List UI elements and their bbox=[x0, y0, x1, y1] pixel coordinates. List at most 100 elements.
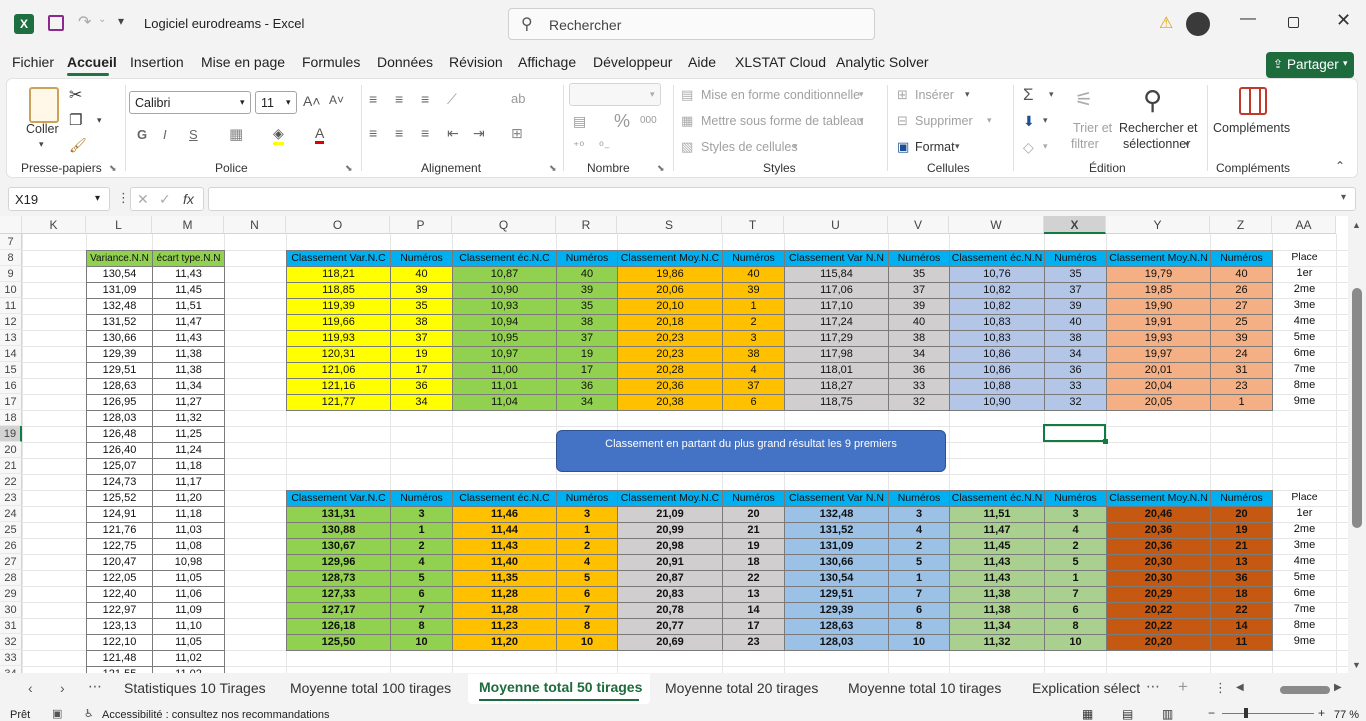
indent-increase-icon[interactable]: ⇥ bbox=[473, 125, 485, 142]
shrink-font-icon[interactable]: A˅ bbox=[329, 93, 344, 107]
column-header-S[interactable]: S bbox=[617, 216, 722, 234]
borders-icon[interactable]: ▦ bbox=[229, 125, 243, 143]
conditional-format-button[interactable]: Mise en forme conditionnelle bbox=[701, 88, 860, 102]
row-header-28[interactable]: 28 bbox=[0, 570, 22, 586]
tab-moyenne-100[interactable]: Moyenne total 100 tirages bbox=[290, 680, 451, 696]
page-break-icon[interactable]: ▥ bbox=[1162, 707, 1173, 721]
row-header-26[interactable]: 26 bbox=[0, 538, 22, 554]
column-header-Z[interactable]: Z bbox=[1210, 216, 1272, 234]
tab-moyenne-10[interactable]: Moyenne total 10 tirages bbox=[848, 680, 1001, 696]
align-bottom-icon[interactable]: ≡ bbox=[421, 91, 429, 107]
redo-dropdown-icon[interactable]: ⌄ bbox=[98, 14, 106, 25]
find-select-label-1[interactable]: Rechercher et bbox=[1119, 121, 1198, 135]
save-icon[interactable] bbox=[48, 15, 64, 31]
align-right-icon[interactable]: ≡ bbox=[421, 125, 429, 141]
cell-styles-icon[interactable]: ▧ bbox=[681, 139, 693, 155]
restore-icon[interactable] bbox=[1288, 17, 1299, 28]
row-header-19[interactable]: 19 bbox=[0, 426, 22, 442]
tab-more-icon[interactable]: ⋯ bbox=[88, 678, 102, 695]
sort-filter-icon[interactable]: ⚟ bbox=[1075, 87, 1093, 112]
zoom-slider-thumb[interactable] bbox=[1244, 708, 1248, 718]
share-button[interactable]: ⇪ Partager ▾ bbox=[1266, 52, 1354, 78]
dialog-launcher-icon[interactable]: ⬊ bbox=[109, 163, 117, 174]
row-header-30[interactable]: 30 bbox=[0, 602, 22, 618]
addins-icon[interactable] bbox=[1239, 87, 1267, 115]
column-header-W[interactable]: W bbox=[949, 216, 1044, 234]
delete-button[interactable]: Supprimer bbox=[915, 114, 973, 128]
thousands-button[interactable]: 000 bbox=[640, 115, 657, 126]
row-header-24[interactable]: 24 bbox=[0, 506, 22, 522]
merge-center-icon[interactable]: ⊞ bbox=[511, 125, 523, 142]
vertical-scrollbar[interactable]: ▲ ▼ bbox=[1348, 216, 1366, 673]
minimize-icon[interactable]: — bbox=[1240, 10, 1256, 28]
column-header-X[interactable]: X bbox=[1044, 216, 1106, 234]
accessibility-icon[interactable]: ♿ bbox=[84, 707, 94, 720]
row-header-21[interactable]: 21 bbox=[0, 458, 22, 474]
format-button[interactable]: Format bbox=[915, 140, 955, 154]
menu-accueil[interactable]: Accueil bbox=[67, 54, 117, 70]
copy-icon[interactable]: ❐ bbox=[69, 111, 82, 129]
row-header-16[interactable]: 16 bbox=[0, 378, 22, 394]
percent-button[interactable]: % bbox=[614, 111, 630, 132]
row-header-32[interactable]: 32 bbox=[0, 634, 22, 650]
dialog-launcher-icon[interactable]: ⬊ bbox=[657, 163, 665, 174]
scroll-thumb[interactable] bbox=[1352, 288, 1362, 528]
insert-icon[interactable]: ⊞ bbox=[897, 87, 908, 103]
insert-button[interactable]: Insérer bbox=[915, 88, 954, 102]
cancel-icon[interactable]: ✕ bbox=[137, 191, 149, 208]
row-header-20[interactable]: 20 bbox=[0, 442, 22, 458]
paste-button-label[interactable]: Coller bbox=[26, 122, 59, 136]
row-header-7[interactable]: 7 bbox=[0, 234, 22, 250]
increase-decimal-icon[interactable]: ⁺⁰ bbox=[573, 139, 584, 153]
fill-icon[interactable]: ⬇ bbox=[1023, 113, 1035, 130]
indent-decrease-icon[interactable]: ⇤ bbox=[447, 125, 459, 142]
hscroll-thumb[interactable] bbox=[1280, 686, 1330, 694]
copy-chevron-icon[interactable]: ▾ bbox=[97, 115, 102, 126]
accounting-icon[interactable]: ▤ bbox=[573, 113, 586, 130]
menu-mise-en-page[interactable]: Mise en page bbox=[201, 54, 285, 70]
cell-styles-button[interactable]: Styles de cellules bbox=[701, 140, 798, 154]
close-icon[interactable]: ✕ bbox=[1336, 10, 1351, 31]
column-header-Y[interactable]: Y bbox=[1106, 216, 1210, 234]
menu-revision[interactable]: Révision bbox=[449, 54, 503, 70]
warning-icon[interactable]: ⚠ bbox=[1159, 13, 1173, 33]
column-header-M[interactable]: M bbox=[152, 216, 224, 234]
row-header-31[interactable]: 31 bbox=[0, 618, 22, 634]
row-header-14[interactable]: 14 bbox=[0, 346, 22, 362]
row-header-29[interactable]: 29 bbox=[0, 586, 22, 602]
zoom-slider[interactable] bbox=[1222, 713, 1314, 714]
paste-icon[interactable] bbox=[29, 87, 59, 123]
paste-chevron-icon[interactable]: ▾ bbox=[39, 139, 44, 150]
normal-view-icon[interactable]: ▦ bbox=[1082, 707, 1093, 721]
align-center-icon[interactable]: ≡ bbox=[395, 125, 403, 141]
column-header-Q[interactable]: Q bbox=[452, 216, 556, 234]
column-header-V[interactable]: V bbox=[888, 216, 949, 234]
table-format-icon[interactable]: ▦ bbox=[681, 113, 693, 129]
row-header-8[interactable]: 8 bbox=[0, 250, 22, 266]
row-header-12[interactable]: 12 bbox=[0, 314, 22, 330]
row-header-17[interactable]: 17 bbox=[0, 394, 22, 410]
menu-insertion[interactable]: Insertion bbox=[130, 54, 184, 70]
align-top-icon[interactable]: ≡ bbox=[369, 91, 377, 107]
tab-options-icon[interactable]: ⋮ bbox=[1214, 680, 1227, 696]
column-header-P[interactable]: P bbox=[390, 216, 452, 234]
tab-scroll-left-icon[interactable]: ‹ bbox=[28, 680, 33, 696]
zoom-in-icon[interactable]: + bbox=[1318, 706, 1325, 720]
menu-affichage[interactable]: Affichage bbox=[518, 54, 576, 70]
row-header-13[interactable]: 13 bbox=[0, 330, 22, 346]
tab-statistiques-10[interactable]: Statistiques 10 Tirages bbox=[124, 680, 266, 696]
menu-aide[interactable]: Aide bbox=[688, 54, 716, 70]
tab-explication[interactable]: Explication sélect bbox=[1032, 680, 1140, 696]
number-format-select[interactable]: ▾ bbox=[569, 83, 661, 106]
align-middle-icon[interactable]: ≡ bbox=[395, 91, 403, 107]
row-header-15[interactable]: 15 bbox=[0, 362, 22, 378]
row-header-25[interactable]: 25 bbox=[0, 522, 22, 538]
fill-color-icon[interactable]: ◈ bbox=[273, 125, 284, 145]
menu-formules[interactable]: Formules bbox=[302, 54, 360, 70]
customize-qat-icon[interactable]: ▾ bbox=[118, 14, 124, 28]
row-header-10[interactable]: 10 bbox=[0, 282, 22, 298]
italic-button[interactable]: I bbox=[163, 127, 167, 142]
row-header-9[interactable]: 9 bbox=[0, 266, 22, 282]
worksheet-grid[interactable]: K L M N O P Q R S T U V W X Y Z AA 7 8 9 10 11 12 13 14 15 16 17 18… bbox=[0, 216, 1366, 673]
tab-moyenne-50[interactable]: Moyenne total 50 tirages bbox=[479, 679, 642, 695]
